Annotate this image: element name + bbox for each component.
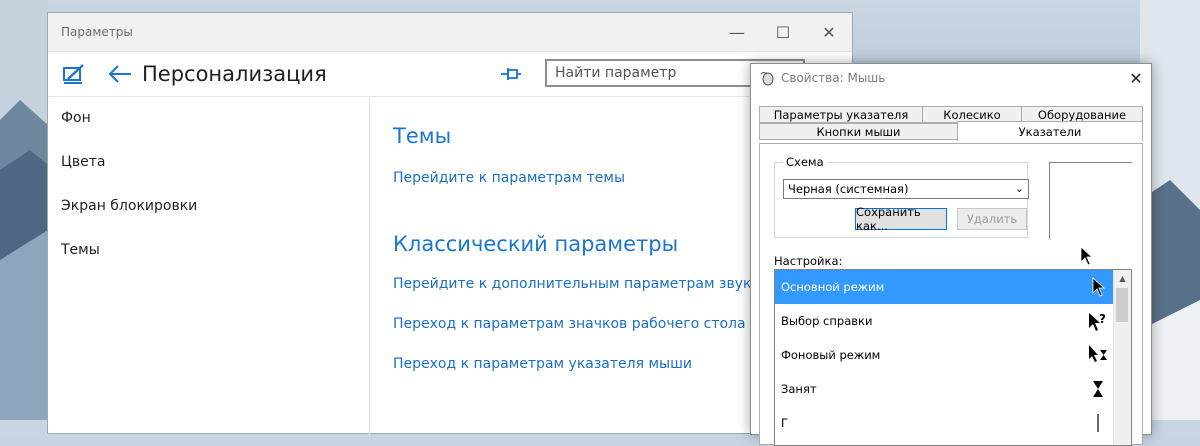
list-item[interactable]: Занят — [775, 372, 1131, 406]
desktop-icons-link[interactable]: Переход к параметрам значков рабочего ст… — [393, 316, 746, 332]
pointer-preview — [1049, 162, 1132, 239]
close-button[interactable]: ✕ — [806, 13, 852, 51]
maximize-button[interactable]: ☐ — [760, 13, 806, 51]
scheme-group: Схема Черная (системная) ⌄ Сохранить как… — [774, 155, 1029, 238]
tab-pointer-options[interactable]: Параметры указателя — [759, 106, 923, 123]
busy-cursor-icon — [1093, 381, 1103, 397]
preview-arrow-cursor-icon — [1080, 246, 1094, 266]
tab-pointers[interactable]: Указатели — [957, 121, 1143, 141]
mouse-pointer-link[interactable]: Переход к параметрам указателя мыши — [393, 356, 692, 372]
sound-settings-link[interactable]: Перейдите к дополнительным параметрам зв… — [393, 276, 760, 292]
list-item-label: Фоновый режим — [781, 348, 881, 362]
mouse-icon — [759, 70, 775, 86]
list-item[interactable]: Основной режим — [775, 270, 1131, 304]
list-item-label: Выбор справки — [781, 314, 873, 328]
scroll-up-icon[interactable]: ▲ — [1114, 270, 1131, 286]
sidebar-item-background[interactable]: Фон — [48, 96, 369, 140]
settings-titlebar: Параметры — ☐ ✕ — [48, 13, 852, 52]
theme-settings-link[interactable]: Перейдите к параметрам темы — [393, 170, 625, 186]
sidebar-item-lock-screen[interactable]: Экран блокировки — [48, 184, 369, 228]
list-item-label: Занят — [781, 382, 817, 396]
page-title: Персонализация — [142, 62, 327, 86]
personalization-icon — [60, 60, 88, 88]
sidebar-item-colors[interactable]: Цвета — [48, 140, 369, 184]
sidebar-item-themes[interactable]: Темы — [48, 228, 369, 272]
precision-cursor-icon — [1097, 414, 1099, 432]
dialog-titlebar: Свойства: Мышь ✕ — [751, 64, 1151, 92]
help-cursor-icon: ? — [1089, 312, 1106, 331]
customize-label: Настройка: — [774, 254, 843, 268]
list-item[interactable]: Г — [775, 406, 1131, 440]
list-item[interactable]: Выбор справки ? — [775, 304, 1131, 338]
list-item-label: Г — [781, 416, 789, 430]
scheme-selected-value: Черная (системная) — [788, 182, 909, 196]
pointer-list-scrollbar[interactable]: ▲ — [1113, 270, 1131, 445]
scheme-select[interactable]: Черная (системная) ⌄ — [783, 179, 1029, 199]
chevron-down-icon: ⌄ — [1014, 182, 1024, 195]
mouse-properties-dialog: Свойства: Мышь ✕ Параметры указателя Кол… — [750, 63, 1152, 446]
working-cursor-icon — [1089, 345, 1107, 362]
list-item[interactable]: Фоновый режим — [775, 338, 1131, 372]
back-arrow-icon[interactable] — [106, 60, 134, 88]
arrow-cursor-icon — [1092, 277, 1106, 297]
settings-sidebar: Фон Цвета Экран блокировки Темы — [48, 96, 370, 436]
minimize-button[interactable]: — — [714, 13, 760, 51]
delete-button[interactable]: Удалить — [957, 208, 1027, 230]
window-title: Параметры — [61, 25, 133, 39]
list-item-label: Основной режим — [781, 280, 885, 294]
dialog-title: Свойства: Мышь — [781, 71, 886, 85]
themes-title: Темы — [393, 124, 452, 148]
save-as-button[interactable]: Сохранить как... — [855, 205, 947, 233]
pin-icon[interactable] — [498, 61, 524, 87]
pointer-list: Основной режим Выбор справки ? Фоновый р… — [774, 269, 1132, 446]
desktop-wallpaper-left — [0, 0, 48, 420]
svg-text:?: ? — [1099, 312, 1106, 326]
classic-settings-title: Классический параметры — [393, 232, 679, 256]
tab-buttons[interactable]: Кнопки мыши — [759, 123, 958, 140]
dialog-close-button[interactable]: ✕ — [1121, 69, 1151, 88]
pointers-panel: Схема Черная (системная) ⌄ Сохранить как… — [759, 143, 1143, 446]
scroll-thumb[interactable] — [1116, 288, 1128, 322]
scheme-legend: Схема — [783, 155, 827, 169]
settings-window: Параметры — ☐ ✕ Персонализация Найти пар… — [48, 13, 852, 436]
